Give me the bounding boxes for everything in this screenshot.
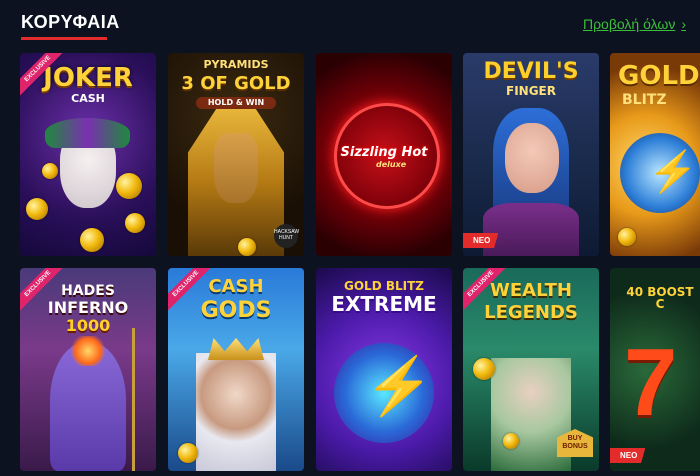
coin bbox=[116, 173, 142, 199]
game-title: GOLD bbox=[618, 61, 700, 91]
jester-hat bbox=[45, 118, 130, 148]
game-title: GOLD BLITZ bbox=[344, 279, 424, 293]
game-subtitle: CASH bbox=[71, 92, 105, 105]
game-subtitle: BLITZ bbox=[622, 92, 667, 108]
game-card-devils-finger[interactable]: DEVIL'S FINGER NEO bbox=[463, 53, 599, 256]
game-subtitle: deluxe bbox=[376, 160, 407, 169]
zeus-figure bbox=[196, 353, 276, 471]
golden-crown bbox=[208, 338, 264, 360]
game-subtitle: LEGENDS bbox=[484, 302, 578, 323]
provider-logo: HACKSAW HUNT bbox=[274, 224, 299, 248]
game-card-gold-blitz[interactable]: ⚡ GOLD BLITZ bbox=[610, 53, 700, 256]
new-badge: NEO bbox=[610, 448, 646, 463]
game-card-40-boost[interactable]: 7 40 BOOST C NEO bbox=[610, 268, 700, 471]
game-card-hades-inferno[interactable]: HADES INFERNO 1000 EXCLUSIVE bbox=[20, 268, 156, 471]
coin bbox=[80, 228, 104, 252]
new-badge: NEO bbox=[463, 233, 499, 248]
coin bbox=[618, 228, 636, 246]
game-tagline: HOLD & WIN bbox=[196, 97, 276, 109]
lightning-icon: ⚡ bbox=[364, 354, 434, 417]
game-card-joker-cash[interactable]: JOKER CASH EXCLUSIVE bbox=[20, 53, 156, 256]
game-card-sizzling-hot[interactable]: Sizzling Hot deluxe bbox=[316, 53, 452, 256]
lightning-icon: ⚡ bbox=[648, 150, 698, 194]
coin bbox=[26, 198, 48, 220]
coin bbox=[473, 358, 495, 380]
game-card-gold-blitz-extreme[interactable]: ⚡ GOLD BLITZ EXTREME bbox=[316, 268, 452, 471]
coin bbox=[503, 433, 519, 449]
coin bbox=[178, 443, 198, 463]
game-title: Sizzling Hot bbox=[340, 145, 428, 160]
seven-symbol: 7 bbox=[624, 329, 678, 436]
game-card-wealth-legends[interactable]: WEALTH LEGENDS BUY BONUS EXCLUSIVE bbox=[463, 268, 599, 471]
game-subtitle: FINGER bbox=[506, 84, 556, 98]
coin bbox=[125, 213, 145, 233]
fire-hair bbox=[68, 336, 108, 366]
character-body bbox=[483, 203, 579, 256]
games-grid: JOKER CASH EXCLUSIVE PYRAMIDS 3 OF GOLD … bbox=[0, 0, 700, 476]
game-subtitle: 3 OF GOLD bbox=[181, 73, 291, 94]
game-title: PYRAMIDS bbox=[203, 58, 269, 71]
game-subtitle: GODS bbox=[200, 298, 272, 323]
trident-staff bbox=[132, 328, 135, 471]
game-subtitle: INFERNO bbox=[47, 298, 129, 317]
character-face bbox=[505, 123, 559, 193]
game-card-cash-of-gods[interactable]: CASH GODS EXCLUSIVE bbox=[168, 268, 304, 471]
game-title: DEVIL'S bbox=[483, 59, 579, 84]
game-card-pyramids-of-gold[interactable]: PYRAMIDS 3 OF GOLD HOLD & WIN HACKSAW HU… bbox=[168, 53, 304, 256]
game-title: 40 BOOST C bbox=[626, 285, 694, 311]
coin bbox=[42, 163, 58, 179]
pharaoh-face bbox=[214, 133, 258, 203]
game-subtitle: EXTREME bbox=[331, 292, 437, 316]
game-tagline: 1000 bbox=[65, 316, 111, 335]
coin bbox=[238, 238, 256, 256]
